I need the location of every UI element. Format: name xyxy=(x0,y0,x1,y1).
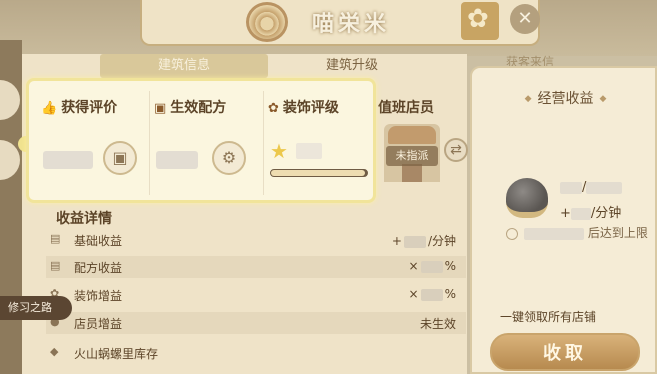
tab-bar: 建筑信息 建筑升级 获客来信 xyxy=(22,54,554,78)
decor-progress-fill xyxy=(271,170,366,176)
income-row: ▤ 配方收益 ×% xyxy=(46,256,466,278)
collect-button[interactable]: 收取 xyxy=(490,333,640,371)
decor-column: ✿ 装饰评级 ★ xyxy=(263,91,375,195)
income-row-label: 火山蜗螺里库存 xyxy=(74,347,159,361)
scroll-icon: ▣ xyxy=(112,148,128,167)
rating-label: 获得评价 xyxy=(61,100,118,116)
duty-staff-label: 值班店员 xyxy=(378,100,434,116)
recipe-settings-button[interactable]: ⚙ xyxy=(212,141,246,175)
flower-tile-icon xyxy=(461,2,499,40)
close-button[interactable]: ✕ xyxy=(510,4,540,34)
rating-column: 👍 获得评价 ▣ xyxy=(37,91,147,195)
decor-level-value xyxy=(296,143,322,159)
recipe-value xyxy=(156,151,198,169)
diamond-icon: ◆ xyxy=(599,94,607,104)
recipe-column: ▣ 生效配方 ⚙ xyxy=(149,91,261,195)
diamond-icon: ◆ xyxy=(524,94,532,104)
business-title: 经营收益 xyxy=(537,91,594,107)
collect-all-label: 一键领取所有店铺 xyxy=(500,310,597,324)
income-row-value: ×% xyxy=(408,287,456,301)
house-roof xyxy=(388,126,436,144)
gear-doc-icon: ⚙ xyxy=(221,148,237,167)
business-income-panel: ◆ 经营收益 ◆ / +/分钟 后达到上限 一键领取所有店铺 xyxy=(470,66,657,374)
volcanic-rock-icon xyxy=(506,178,548,218)
thumbs-up-icon: 👍 xyxy=(41,101,58,116)
recipe-label: 生效配方 xyxy=(170,100,227,116)
income-row-label: 店员增益 xyxy=(74,317,123,331)
decor-progress-bar xyxy=(270,169,368,177)
swap-arrows-button[interactable]: ⇄ xyxy=(444,138,468,162)
tab-building-upgrade[interactable]: 建筑升级 xyxy=(292,54,412,78)
side-tab[interactable] xyxy=(0,140,20,180)
income-row: ◆ 火山蜗螺里库存 xyxy=(46,342,466,364)
income-row: ▤ 基础收益 +/分钟 xyxy=(46,229,466,251)
recipe-book-icon: ▣ xyxy=(154,101,167,116)
clock-icon xyxy=(506,227,518,240)
side-tab[interactable] xyxy=(0,80,20,120)
income-row-value: +/分钟 xyxy=(391,234,456,248)
decor-label: 装饰评级 xyxy=(282,100,339,116)
income-row: ● 店员增益 未生效 xyxy=(46,312,466,334)
shop-title: 喵栄米 xyxy=(312,12,391,37)
income-row-value: ×% xyxy=(408,259,456,273)
snail-shell-icon xyxy=(246,2,288,42)
building-stats-popup: 👍 获得评价 ▣ ▣ 生效配方 ⚙ ✿ 装饰评级 ★ xyxy=(26,78,376,203)
leaf-close-icon: ✕ xyxy=(517,8,533,29)
income-rate: +/分钟 xyxy=(560,206,622,221)
income-row-label: 装饰增益 xyxy=(74,289,123,303)
income-details-title: 收益详情 xyxy=(56,211,112,227)
left-side-strip xyxy=(0,40,22,374)
flower-icon: ✿ xyxy=(268,101,279,116)
income-amount: / xyxy=(560,180,623,195)
tab-building-info[interactable]: 建筑信息 xyxy=(100,54,268,78)
rating-value xyxy=(43,151,93,169)
recipe-icon: ▤ xyxy=(50,259,61,272)
cultivation-path-tag[interactable]: 修习之路 xyxy=(0,296,72,320)
coins-icon: ▤ xyxy=(50,232,61,245)
stock-icon: ◆ xyxy=(50,345,59,358)
rating-detail-button[interactable]: ▣ xyxy=(103,141,137,175)
unassigned-badge: 未指派 xyxy=(386,146,438,166)
limit-timer: 后达到上限 xyxy=(506,224,648,241)
income-row: ✿ 装饰增益 ×% xyxy=(46,284,466,306)
income-row-label: 基础收益 xyxy=(74,234,123,248)
income-row-value: 未生效 xyxy=(419,317,456,331)
income-row-label: 配方收益 xyxy=(74,261,123,275)
star-icon: ★ xyxy=(270,139,288,163)
house-door xyxy=(402,164,422,182)
